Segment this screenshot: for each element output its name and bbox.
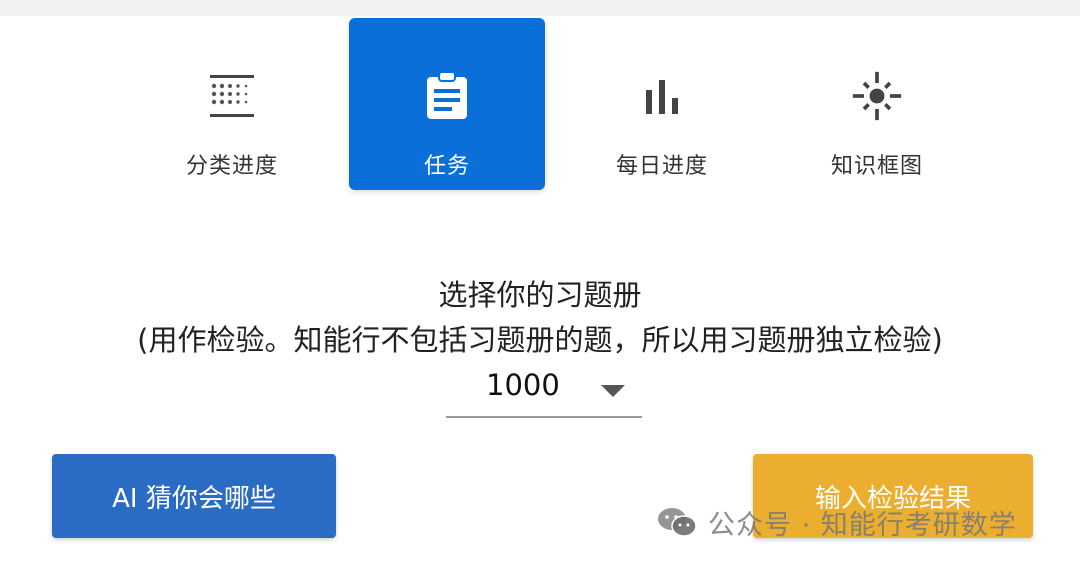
workbook-select[interactable]: 1000: [446, 360, 642, 418]
wechat-icon: [656, 504, 700, 540]
chevron-down-icon: [601, 385, 625, 397]
tab-category-progress[interactable]: 分类进度: [134, 18, 330, 190]
tab-bar: 分类进度 任务 每日进度 知识框图: [0, 18, 1080, 192]
tab-tasks[interactable]: 任务: [349, 18, 545, 190]
top-bar: [0, 0, 1080, 16]
tab-label: 每日进度: [615, 154, 708, 179]
ai-guess-button-label: AI 猜你会哪些: [112, 483, 276, 514]
sun-node-icon: [851, 70, 903, 122]
prompt-note: (用作检验。知能行不包括习题册的题，所以用习题册独立检验): [137, 323, 943, 357]
workbook-select-value: 1000: [486, 368, 560, 402]
category-grid-icon: [206, 70, 258, 122]
tab-daily-progress[interactable]: 每日进度: [564, 18, 760, 190]
watermark: 公众号 · 知能行考研数学: [656, 502, 1017, 542]
tab-label: 知识框图: [830, 154, 923, 179]
ai-guess-button[interactable]: AI 猜你会哪些: [52, 454, 336, 538]
tab-knowledge-map[interactable]: 知识框图: [779, 18, 975, 190]
watermark-text: 公众号 · 知能行考研数学: [708, 509, 1017, 541]
prompt-title: 选择你的习题册: [438, 278, 642, 312]
tab-label: 分类进度: [185, 154, 278, 179]
bar-chart-icon: [636, 70, 688, 122]
tab-label: 任务: [423, 154, 470, 179]
clipboard-icon: [421, 70, 473, 122]
